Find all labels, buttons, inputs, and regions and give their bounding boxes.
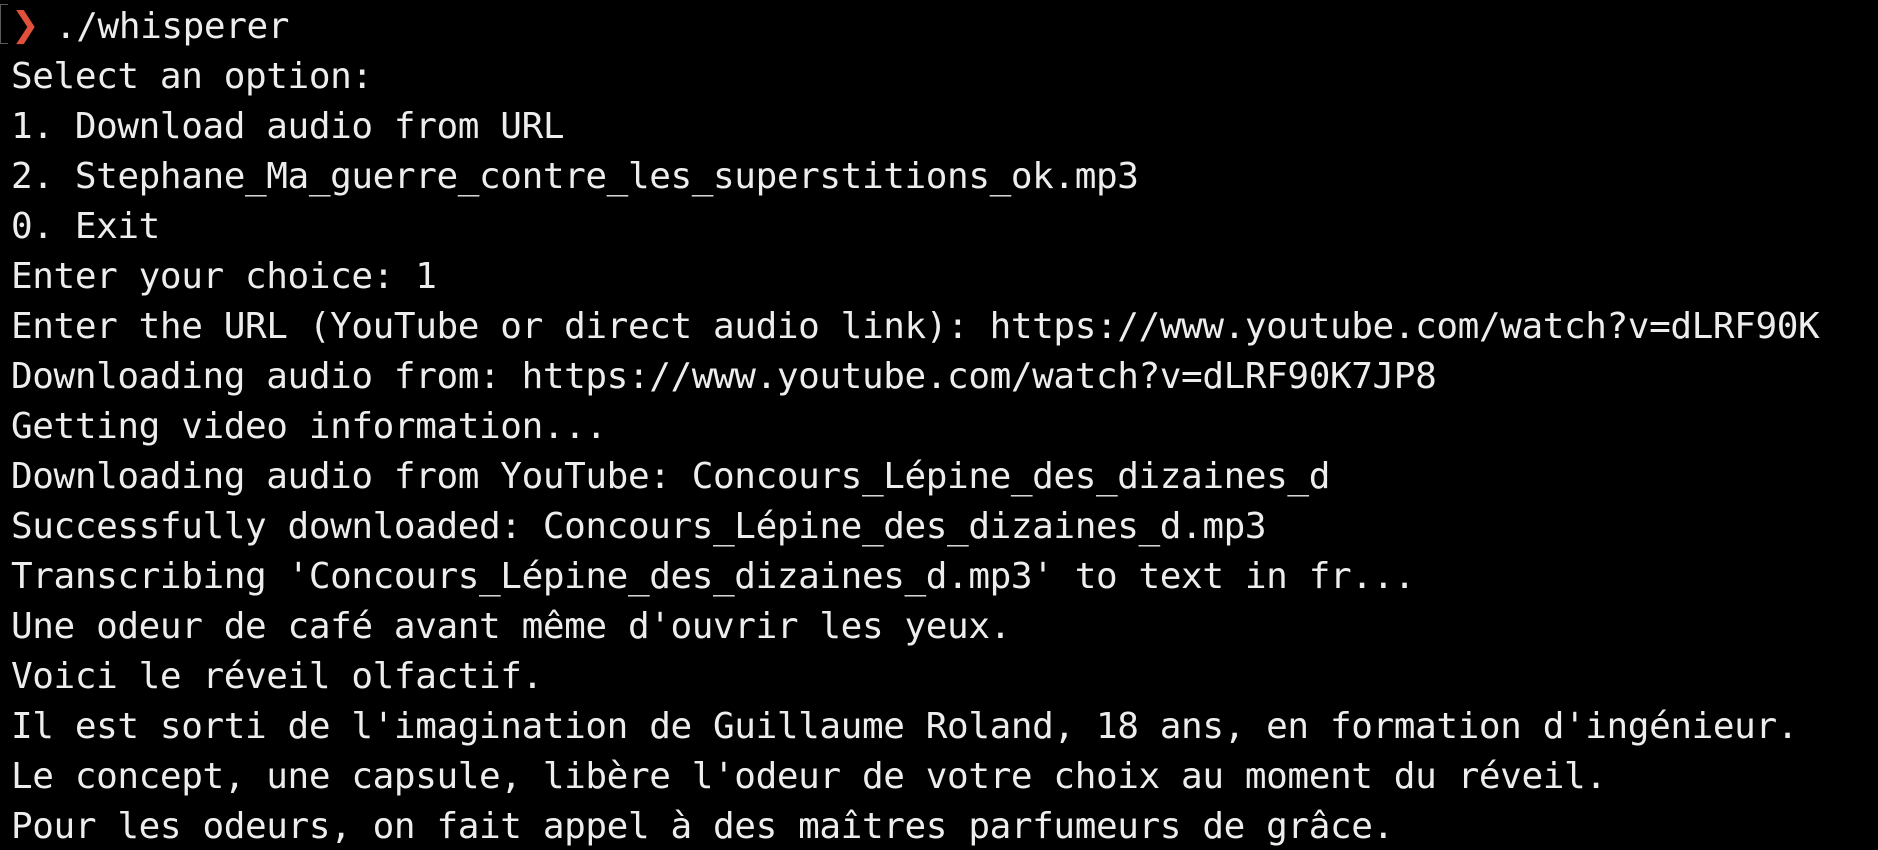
output-line-option-1: 1. Download audio from URL xyxy=(11,106,565,147)
transcript-line: Une odeur de café avant même d'ouvrir le… xyxy=(11,606,1011,647)
prompt-command: ./whisperer xyxy=(55,6,290,47)
transcript-line: Le concept, une capsule, libère l'odeur … xyxy=(11,756,1607,797)
output-line-option-0: 0. Exit xyxy=(11,206,160,247)
output-line-select-option: Select an option: xyxy=(11,56,373,97)
output-line-url-input: Enter the URL (YouTube or direct audio l… xyxy=(11,306,1820,347)
terminal-window[interactable]: ❯ ./whisperer Select an option: 1. Downl… xyxy=(0,0,1878,850)
transcript-line: Pour les odeurs, on fait appel à des maî… xyxy=(11,806,1394,847)
prompt-arrow-icon: ❯ xyxy=(11,5,40,45)
output-line-downloading-youtube: Downloading audio from YouTube: Concours… xyxy=(11,456,1330,497)
output-line-transcribing: Transcribing 'Concours_Lépine_des_dizain… xyxy=(11,556,1416,597)
output-line-getting-info: Getting video information... xyxy=(11,406,607,447)
output-line-choice: Enter your choice: 1 xyxy=(11,256,437,297)
transcript-line: Il est sorti de l'imagination de Guillau… xyxy=(11,706,1799,747)
prompt-mark-bracket xyxy=(0,4,8,44)
transcript-line: Voici le réveil olfactif. xyxy=(11,656,543,697)
output-line-option-2: 2. Stephane_Ma_guerre_contre_les_superst… xyxy=(11,156,1139,197)
output-line-downloading-from: Downloading audio from: https://www.yout… xyxy=(11,356,1437,397)
output-line-success: Successfully downloaded: Concours_Lépine… xyxy=(11,506,1267,547)
